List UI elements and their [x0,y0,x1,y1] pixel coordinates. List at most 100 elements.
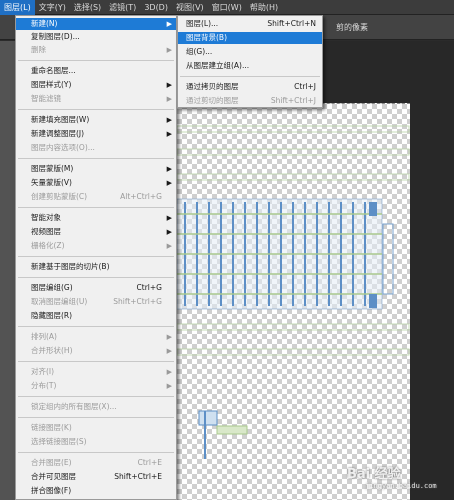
menu-item-label: 通过拷贝的图层 [186,82,239,91]
menu-item-label: 组(G)... [186,47,213,56]
menu-item-new-fill-layer[interactable]: 新建填充图层(W) ▶ [16,114,176,126]
menu-filter[interactable]: 滤镜(T) [105,0,140,15]
menu-item-label: 图层(L)... [186,19,219,28]
menu-item-arrange[interactable]: 排列(A) ▶ [16,331,176,343]
menu-item-label: 合并可见图层 [31,472,76,481]
menu-item-delete[interactable]: 删除 ▶ [16,44,176,56]
menu-item-group-layers[interactable]: 图层编组(G) Ctrl+G [16,282,176,294]
menu-item-smart-object[interactable]: 智能对象 ▶ [16,212,176,224]
menu-item-ungroup-layers[interactable]: 取消图层编组(U) Shift+Ctrl+G [16,296,176,308]
menu-item-layer-mask[interactable]: 图层蒙版(M) ▶ [16,163,176,175]
submenu-arrow-icon: ▶ [166,81,172,89]
menu-item-label: 栅格化(Z) [31,241,65,250]
menu-item-lock-all-layers-in-group[interactable]: 锁定组内的所有图层(X)... [16,401,176,413]
menu-item-layer-style[interactable]: 图层样式(Y) ▶ [16,79,176,91]
options-bar-text: 剪的像素 [336,23,368,32]
submenu-arrow-icon: ▶ [166,116,172,124]
menu-window[interactable]: 窗口(W) [208,0,246,15]
new-submenu: 图层(L)... Shift+Ctrl+N 图层背景(B) 组(G)... 从图层… [177,15,323,108]
menu-item-layer-content-options[interactable]: 图层内容选项(O)... [16,142,176,154]
menu-separator [18,361,174,362]
menu-item-vector-mask[interactable]: 矢量蒙版(V) ▶ [16,177,176,189]
submenu-item-layer-via-cut[interactable]: 通过剪切的图层 Shift+Ctrl+J [178,95,322,107]
menu-item-create-clipping-mask[interactable]: 创建剪贴蒙版(C) Alt+Ctrl+G [16,191,176,203]
submenu-arrow-icon: ▶ [166,333,172,341]
menu-separator [18,256,174,257]
submenu-item-layer[interactable]: 图层(L)... Shift+Ctrl+N [178,18,322,30]
submenu-arrow-icon: ▶ [166,95,172,103]
submenu-arrow-icon: ▶ [166,228,172,236]
canvas-content [177,125,410,459]
menu-help[interactable]: 帮助(H) [246,0,282,15]
menu-item-shortcut: Ctrl+J [294,82,316,91]
tools-panel [0,41,16,500]
menu-item-label: 矢量蒙版(V) [31,178,72,187]
layer-menu-dropdown: 新建(N) ▶ 复制图层(D)... 删除 ▶ 重命名图层... 图层样式(Y) ▶ … [15,15,177,500]
watermark: Bai 经验 jingyan.baidu.com [345,461,453,497]
submenu-arrow-icon: ▶ [166,242,172,250]
menu-item-label: 选择链接图层(S) [31,437,87,446]
menu-item-new-layer-based-slice[interactable]: 新建基于图层的切片(B) [16,261,176,273]
menu-item-label: 重命名图层... [31,66,76,75]
menu-item-label: 分布(T) [31,381,57,390]
menu-item-rename-layer[interactable]: 重命名图层... [16,65,176,77]
menu-item-link-layers[interactable]: 链接图层(K) [16,422,176,434]
menu-item-label: 新建填充图层(W) [31,115,90,124]
document-canvas[interactable] [176,103,410,500]
submenu-item-layer-via-copy[interactable]: 通过拷贝的图层 Ctrl+J [178,81,322,93]
menu-item-select-linked-layers[interactable]: 选择链接图层(S) [16,436,176,448]
submenu-arrow-icon: ▶ [166,179,172,187]
menu-separator [18,396,174,397]
menu-item-label: 图层背景(B) [186,33,227,42]
menu-item-merge-visible[interactable]: 合并可见图层 Shift+Ctrl+E [16,471,176,483]
menu-item-label: 图层编组(G) [31,283,73,292]
submenu-arrow-icon: ▶ [166,165,172,173]
submenu-item-group-from-layers[interactable]: 从图层建立组(A)... [178,60,322,72]
submenu-item-group[interactable]: 组(G)... [178,46,322,58]
menu-item-align[interactable]: 对齐(I) ▶ [16,366,176,378]
submenu-item-layer-from-background[interactable]: 图层背景(B) [178,32,322,44]
watermark-url: jingyan.baidu.com [365,482,437,490]
menu-item-label: 通过剪切的图层 [186,96,239,105]
menu-view[interactable]: 视图(V) [172,0,208,15]
menu-item-label: 智能对象 [31,213,61,222]
menu-separator [18,452,174,453]
menu-item-label: 图层样式(Y) [31,80,72,89]
menu-item-combine-shapes[interactable]: 合并形状(H) ▶ [16,345,176,357]
menu-item-label: 锁定组内的所有图层(X)... [31,402,117,411]
menu-separator [18,417,174,418]
menu-bar: 图层(L) 文字(Y) 选择(S) 滤镜(T) 3D(D) 视图(V) 窗口(W… [0,0,454,15]
menu-separator [18,60,174,61]
submenu-arrow-icon: ▶ [166,130,172,138]
menu-item-new[interactable]: 新建(N) ▶ [16,18,176,30]
menu-layer[interactable]: 图层(L) [0,0,35,15]
menu-item-label: 链接图层(K) [31,423,72,432]
menu-item-smart-filter[interactable]: 智能滤镜 ▶ [16,93,176,105]
menu-item-label: 从图层建立组(A)... [186,61,250,70]
submenu-arrow-icon: ▶ [166,368,172,376]
menu-item-rasterize[interactable]: 栅格化(Z) ▶ [16,240,176,252]
menu-3d[interactable]: 3D(D) [140,0,172,15]
menu-item-label: 合并形状(H) [31,346,73,355]
menu-separator [18,158,174,159]
menu-item-merge-layers[interactable]: 合并图层(E) Ctrl+E [16,457,176,469]
menu-item-label: 合并图层(E) [31,458,72,467]
menu-type[interactable]: 文字(Y) [35,0,70,15]
menu-select[interactable]: 选择(S) [70,0,105,15]
submenu-arrow-icon: ▶ [166,46,172,54]
menu-item-label: 视频图层 [31,227,61,236]
menu-item-label: 复制图层(D)... [31,32,80,41]
menu-separator [18,207,174,208]
menu-item-new-adjustment-layer[interactable]: 新建调整图层(J) ▶ [16,128,176,140]
menu-item-hide-layers[interactable]: 隐藏图层(R) [16,310,176,322]
table-graphic [177,198,394,310]
menu-item-label: 对齐(I) [31,367,55,376]
menu-item-flatten-image[interactable]: 拼合图像(F) [16,485,176,497]
menu-item-distribute[interactable]: 分布(T) ▶ [16,380,176,392]
menu-item-shortcut: Shift+Ctrl+G [113,297,162,306]
menu-separator [180,76,320,77]
submenu-arrow-icon: ▶ [166,347,172,355]
menu-item-shortcut: Shift+Ctrl+N [267,19,316,28]
menu-item-video-layer[interactable]: 视频图层 ▶ [16,226,176,238]
menu-item-duplicate-layer[interactable]: 复制图层(D)... [16,31,176,43]
